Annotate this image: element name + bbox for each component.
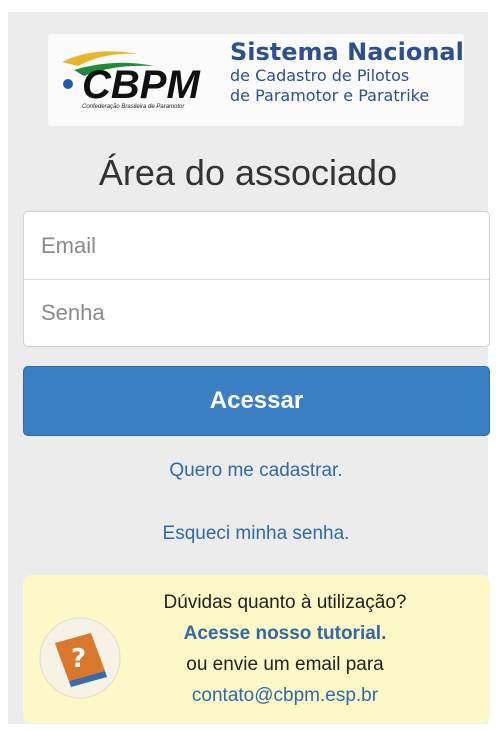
help-question-text: Dúvidas quanto à utilização? — [163, 592, 407, 613]
login-form — [23, 211, 490, 347]
email-field-wrapper — [24, 212, 489, 279]
forgot-password-link[interactable]: Esqueci minha senha. — [8, 523, 496, 545]
logo-title-line3: de Paramotor e Paratrike — [230, 86, 430, 105]
password-field-wrapper — [24, 279, 489, 346]
help-text: Dúvidas quanto à utilização? Acesse noss… — [145, 587, 425, 711]
logo-title-line1: Sistema Nacional — [230, 38, 464, 66]
svg-text:?: ? — [71, 644, 86, 674]
cbpm-logo: CBPM Confederação Brasileira de Paramoto… — [48, 34, 464, 126]
help-box: ? Dúvidas quanto à utilização? Acesse no… — [23, 575, 490, 723]
login-button[interactable]: Acessar — [23, 366, 490, 436]
page-title: Área do associado — [98, 152, 398, 193]
contact-email-link[interactable]: contato@cbpm.esp.br — [145, 680, 425, 711]
login-panel: CBPM Confederação Brasileira de Paramoto… — [8, 12, 490, 724]
password-field[interactable] — [39, 299, 463, 327]
tutorial-link[interactable]: Acesse nosso tutorial. — [145, 618, 425, 649]
logo-org-text: Confederação Brasileira de Paramotor — [82, 104, 185, 110]
register-link[interactable]: Quero me cadastrar. — [8, 460, 496, 482]
email-field[interactable] — [39, 231, 463, 260]
question-book-icon: ? — [39, 617, 121, 699]
logo-title-line2: de Cadastro de Pilotos — [230, 66, 410, 85]
cbpm-logo-icon: CBPM — [62, 51, 201, 107]
svg-text:CBPM: CBPM — [82, 63, 201, 107]
help-email-intro-text: ou envie um email para — [186, 654, 384, 675]
logo-title: Sistema Nacional de Cadastro de Pilotos … — [230, 38, 464, 106]
